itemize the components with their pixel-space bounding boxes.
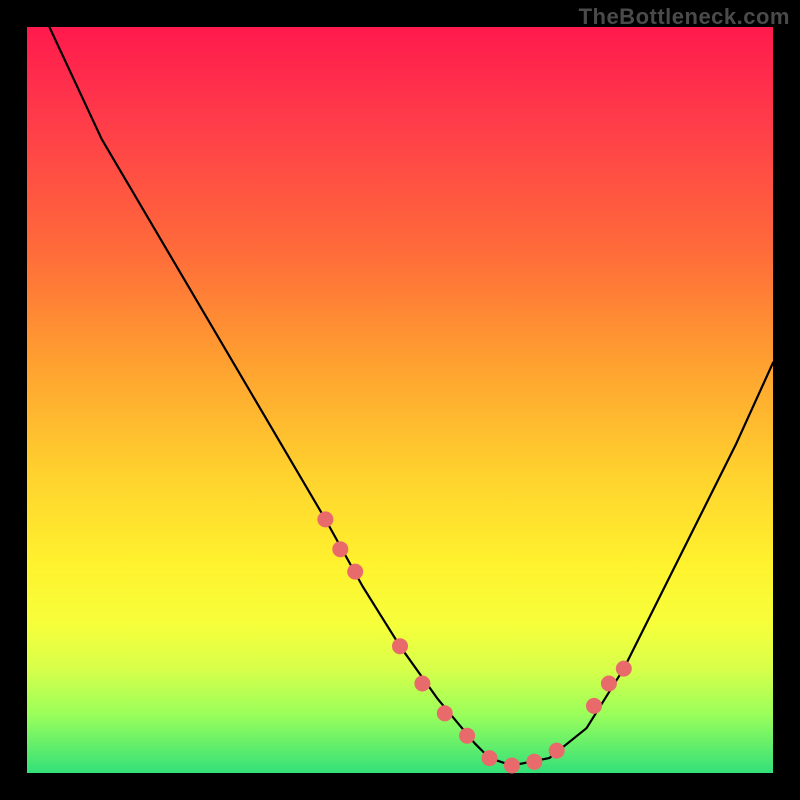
chart-frame: TheBottleneck.com [0, 0, 800, 800]
watermark-label: TheBottleneck.com [579, 4, 790, 30]
highlight-point [332, 541, 348, 557]
highlight-point [601, 676, 617, 692]
highlight-point [437, 705, 453, 721]
highlight-point [504, 758, 520, 774]
highlight-markers [317, 511, 631, 773]
chart-svg [27, 27, 773, 773]
highlight-point [459, 728, 475, 744]
highlight-point [482, 750, 498, 766]
highlight-point [414, 676, 430, 692]
highlight-point [616, 661, 632, 677]
highlight-point [526, 754, 542, 770]
highlight-point [317, 511, 333, 527]
highlight-point [392, 638, 408, 654]
plot-area [27, 27, 773, 773]
highlight-point [347, 564, 363, 580]
bottleneck-curve [49, 27, 773, 766]
highlight-point [586, 698, 602, 714]
highlight-point [549, 743, 565, 759]
